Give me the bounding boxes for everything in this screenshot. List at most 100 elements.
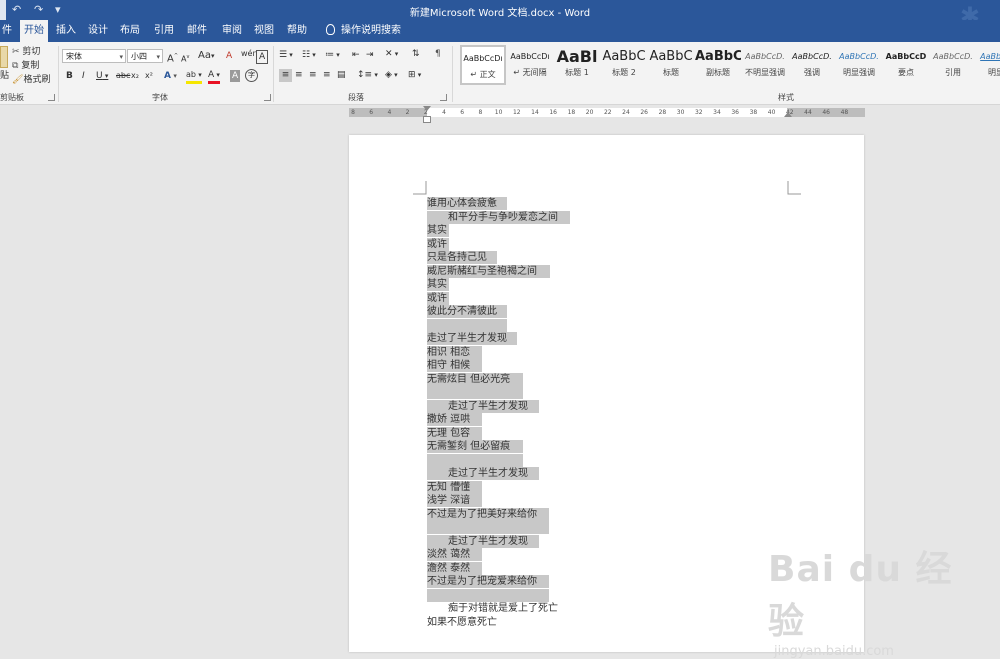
document-line[interactable]: 不过是为了把宠爱来给你	[427, 575, 549, 588]
shrink-font-button[interactable]: Av	[181, 51, 189, 66]
font-color-button[interactable]: A ▾	[208, 69, 220, 84]
style-item-7[interactable]: AaBbCcD. 强调	[789, 45, 835, 85]
font-launcher-icon[interactable]	[264, 94, 271, 101]
document-line[interactable]: 无理 包容	[427, 426, 482, 440]
style-item-1[interactable]: AaBbCcDı ↵ 无间隔	[507, 45, 553, 85]
document-line[interactable]	[427, 588, 549, 602]
multilevel-list-button[interactable]: ≔ ▾	[325, 49, 340, 61]
right-indent-marker[interactable]	[784, 112, 792, 117]
underline-button[interactable]: U ▾	[96, 70, 108, 82]
highlight-button[interactable]: ab ▾	[186, 69, 202, 84]
font-size-combo[interactable]: 小四 ▾	[127, 49, 163, 63]
tab-6[interactable]: 邮件	[183, 20, 211, 42]
document-line[interactable]: 无需錾刻 但必留痕	[427, 440, 523, 453]
document-line[interactable]: 如果不愿意死亡	[427, 616, 497, 629]
style-item-4[interactable]: AaBbC 标题	[648, 45, 694, 85]
first-line-indent-marker[interactable]	[423, 106, 431, 111]
justify-button[interactable]: ≡	[323, 69, 331, 81]
style-item-6[interactable]: AaBbCcD. 不明显强调	[742, 45, 788, 85]
document-line[interactable]	[427, 318, 507, 332]
grow-font-button[interactable]: A^	[167, 50, 178, 65]
document-line[interactable]: 彼此分不清彼此	[427, 305, 507, 318]
paste-button[interactable]: 贴	[0, 70, 9, 82]
paragraph-launcher-icon[interactable]	[440, 94, 447, 101]
numbering-button[interactable]: ☷ ▾	[302, 49, 316, 61]
tab-8[interactable]: 视图	[250, 20, 278, 42]
clear-formatting-button[interactable]: A	[226, 50, 232, 62]
document-line[interactable]: 走过了半生才发现	[427, 467, 539, 480]
document-line[interactable]	[427, 521, 549, 534]
format-painter-button[interactable]: 🖌格式刷	[12, 74, 50, 86]
tab-0[interactable]: 件	[0, 20, 14, 42]
document-line[interactable]: 其实	[427, 278, 449, 291]
italic-button[interactable]: I	[82, 70, 85, 82]
document-line[interactable]	[427, 386, 523, 399]
style-item-11[interactable]: AaBbCcD. 明显引	[977, 45, 1000, 85]
document-line[interactable]: 走过了半生才发现	[427, 332, 517, 345]
line-spacing-button[interactable]: ↕≡ ▾	[357, 69, 378, 81]
style-item-5[interactable]: AaBbC 副标题	[695, 45, 741, 85]
tab-2[interactable]: 插入	[52, 20, 80, 42]
chinese-layout-button[interactable]: ✕ ▾	[385, 48, 398, 60]
document-line[interactable]: 相识 相恋	[427, 345, 482, 359]
document-line[interactable]: 其实	[427, 224, 449, 237]
document-line[interactable]: 威尼斯赭红与圣袍褐之间	[427, 264, 550, 278]
style-item-8[interactable]: AaBbCcD. 明显强调	[836, 45, 882, 85]
distributed-button[interactable]: ▤	[337, 69, 346, 81]
copy-button[interactable]: ⧉ 复制	[12, 60, 39, 72]
enclose-characters-button[interactable]: 字	[245, 69, 258, 82]
bold-button[interactable]: B	[66, 70, 73, 82]
character-border-button[interactable]: A	[256, 50, 269, 64]
character-shading-button[interactable]: A	[230, 70, 241, 82]
style-item-9[interactable]: AaBbCcD 要点	[883, 45, 929, 85]
font-name-combo[interactable]: 宋体 ▾	[62, 49, 126, 63]
document-line[interactable]: 只是各持己见	[427, 251, 497, 264]
document-line[interactable]: 无需炫目 但必光亮	[427, 372, 523, 386]
cut-button[interactable]: ✂ 剪切	[12, 46, 40, 58]
align-left-button[interactable]: ≡	[279, 69, 292, 82]
document-line[interactable]: 或许	[427, 237, 449, 251]
tab-5[interactable]: 引用	[150, 20, 178, 42]
bullets-button[interactable]: ☰ ▾	[279, 49, 293, 61]
document-line[interactable]: 相守 相候	[427, 359, 482, 372]
sort-button[interactable]: ⇅	[412, 48, 420, 60]
tab-7[interactable]: 审阅	[218, 20, 246, 42]
tell-me-search[interactable]: 操作说明搜索	[326, 20, 401, 42]
style-item-10[interactable]: AaBbCcD. 引用	[930, 45, 976, 85]
change-case-button[interactable]: Aa▾	[198, 50, 214, 62]
subscript-button[interactable]: x₂	[131, 70, 139, 82]
paste-icon[interactable]	[0, 46, 8, 68]
shading-button[interactable]: ◈ ▾	[385, 69, 398, 81]
style-item-2[interactable]: AaBl 标题 1	[554, 45, 600, 85]
tab-1[interactable]: 开始	[20, 20, 48, 42]
tab-9[interactable]: 帮助	[283, 20, 311, 42]
increase-indent-button[interactable]: ⇥	[366, 49, 374, 61]
document-line[interactable]: 或许	[427, 291, 449, 305]
clipboard-launcher-icon[interactable]	[48, 94, 55, 101]
document-line[interactable]: 浅学 深谙	[427, 494, 482, 507]
tab-4[interactable]: 布局	[116, 20, 144, 42]
document-line[interactable]: 撒娇 逗哄	[427, 413, 482, 426]
style-item-3[interactable]: AaBbC 标题 2	[601, 45, 647, 85]
document-line[interactable]: 澹然 泰然	[427, 561, 482, 575]
document-line[interactable]: 走过了半生才发现	[427, 534, 539, 548]
style-item-0[interactable]: AaBbCcDı ↵ 正文	[460, 45, 506, 85]
superscript-button[interactable]: x²	[145, 70, 153, 82]
show-marks-button[interactable]: ¶	[435, 48, 441, 60]
align-center-button[interactable]: ≡	[295, 69, 303, 81]
document-line[interactable]: 不过是为了把美好来给你	[427, 507, 549, 521]
document-line[interactable]: 无知 懵懂	[427, 480, 482, 494]
strikethrough-button[interactable]: abc	[116, 70, 130, 82]
document-line[interactable]: 和平分手与争吵爱恋之间	[427, 210, 570, 224]
text-effects-button[interactable]: A ▾	[164, 70, 177, 82]
document-line[interactable]: 走过了半生才发现	[427, 399, 539, 413]
borders-button[interactable]: ⊞ ▾	[408, 69, 421, 81]
tab-3[interactable]: 设计	[84, 20, 112, 42]
align-right-button[interactable]: ≡	[309, 69, 317, 81]
document-line[interactable]: 淡然 蔼然	[427, 548, 482, 561]
decrease-indent-button[interactable]: ⇤	[352, 49, 360, 61]
document-line[interactable]: 痴于对错就是爱上了死亡	[427, 602, 558, 615]
document-line[interactable]: 谁用心体会疲惫	[427, 197, 507, 210]
left-indent-marker[interactable]	[423, 116, 431, 123]
document-line[interactable]	[427, 453, 523, 467]
